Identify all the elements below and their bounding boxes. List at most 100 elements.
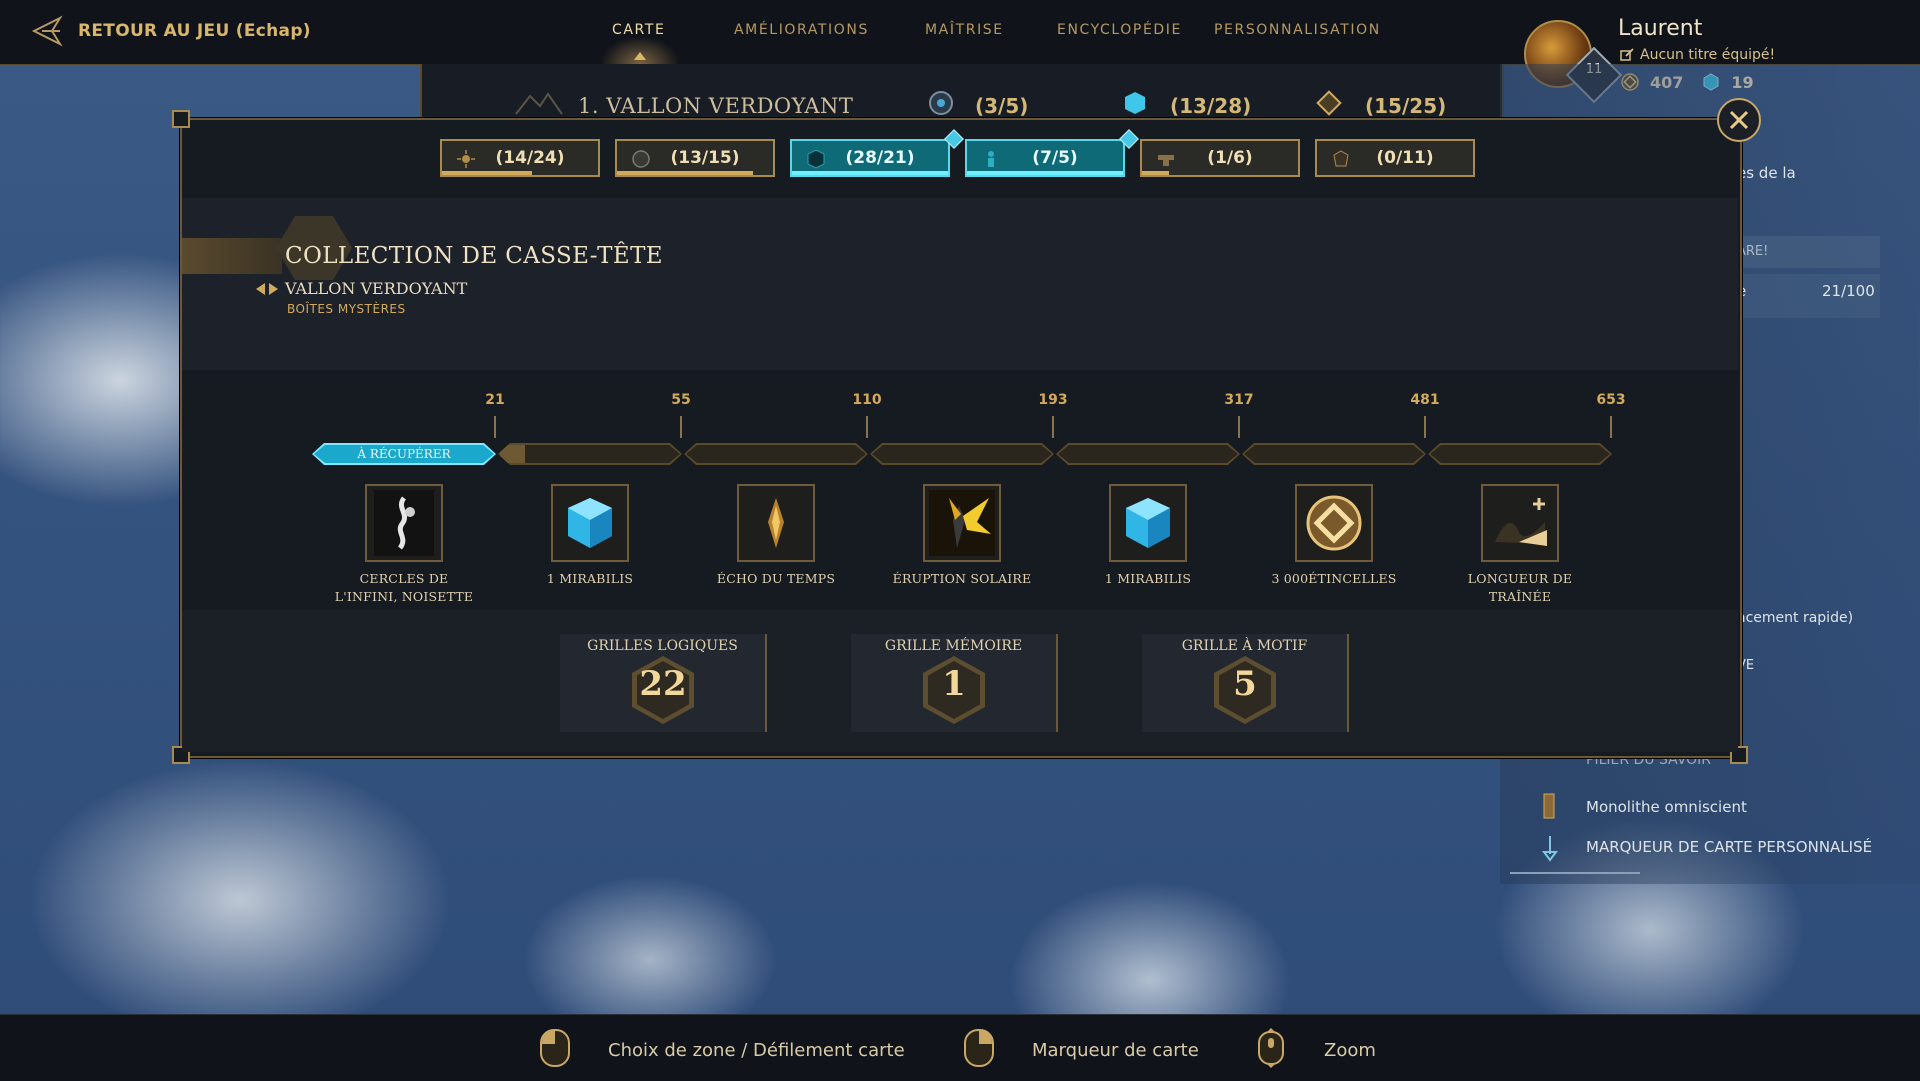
stat-label: GRILLES LOGIQUES bbox=[587, 638, 738, 654]
reward-label: ÉRUPTION SOLAIRE bbox=[892, 571, 1032, 586]
threshold-label: 481 bbox=[1410, 392, 1440, 408]
category-tab-label: (7/5) bbox=[1032, 148, 1078, 168]
spark-emblem-icon bbox=[1316, 90, 1342, 116]
tab-ameliorations[interactable]: AMÉLIORATIONS bbox=[734, 22, 869, 38]
category-tab-label: (28/21) bbox=[845, 148, 915, 168]
player-title: Aucun titre équipé! bbox=[1640, 47, 1776, 63]
player-name: Laurent bbox=[1618, 16, 1703, 41]
track-segment bbox=[498, 443, 682, 465]
category-tab-2[interactable]: (13/15) bbox=[615, 139, 775, 177]
reward-6[interactable] bbox=[1295, 484, 1373, 562]
tab-personnalisation[interactable]: PERSONNALISATION bbox=[1214, 22, 1381, 38]
zone-count-orbs: (3/5) bbox=[975, 94, 1029, 118]
mouse-scroll-icon bbox=[1258, 1028, 1284, 1068]
region-selector: VALLON VERDOYANT bbox=[256, 279, 467, 298]
trail-length-icon bbox=[1495, 498, 1547, 546]
orb-icon bbox=[632, 150, 650, 168]
control-hints-bar bbox=[0, 1014, 1920, 1081]
player-title-row[interactable]: Aucun titre équipé! bbox=[1620, 47, 1775, 63]
prev-region-icon[interactable] bbox=[256, 282, 265, 295]
category-tab-5[interactable]: (1/6) bbox=[1140, 139, 1300, 177]
close-icon bbox=[1729, 110, 1749, 130]
category-tab-1[interactable]: (14/24) bbox=[440, 139, 600, 177]
reward-5[interactable] bbox=[1109, 484, 1187, 562]
next-region-icon[interactable] bbox=[269, 282, 278, 295]
reward-7[interactable] bbox=[1481, 484, 1559, 562]
back-arrow-icon bbox=[31, 15, 63, 47]
threshold-label: 110 bbox=[852, 392, 882, 408]
reward-2[interactable] bbox=[551, 484, 629, 562]
tab-carte[interactable]: CARTE bbox=[612, 22, 665, 38]
threshold-tick bbox=[494, 416, 496, 438]
hint-zoom: Zoom bbox=[1324, 1040, 1376, 1061]
hint-map-marker: Marqueur de carte bbox=[1032, 1040, 1199, 1061]
threshold-tick bbox=[1610, 416, 1612, 438]
category-tab-label: (13/15) bbox=[670, 148, 740, 168]
legend-divider bbox=[1510, 872, 1640, 874]
track-segment bbox=[870, 443, 1054, 465]
claim-button[interactable]: À RÉCUPÉRER bbox=[312, 443, 496, 465]
reward-label: 1 MIRABILIS bbox=[1104, 571, 1192, 586]
tab-maitrise[interactable]: MAÎTRISE bbox=[925, 22, 1004, 38]
tab-encyclopedie[interactable]: ENCYCLOPÉDIE bbox=[1057, 22, 1182, 38]
reward-1[interactable] bbox=[365, 484, 443, 562]
legend-monolith-label: Monolithe omniscient bbox=[1586, 798, 1747, 816]
threshold-label: 55 bbox=[671, 392, 691, 408]
reward-label: ÉCHO DU TEMPS bbox=[716, 571, 836, 586]
stat-value: 5 bbox=[1233, 664, 1257, 704]
track-segment bbox=[1428, 443, 1612, 465]
anvil-icon bbox=[1158, 155, 1174, 166]
category-tab-6[interactable]: (0/11) bbox=[1315, 139, 1475, 177]
reward-4[interactable] bbox=[923, 484, 1001, 562]
reward-label: 1 MIRABILIS bbox=[546, 571, 634, 586]
modal-corner bbox=[172, 110, 190, 128]
reward-label: 3 000ÉTINCELLES bbox=[1271, 571, 1397, 586]
cube-icon bbox=[1125, 92, 1145, 114]
track-segment bbox=[684, 443, 868, 465]
threshold-label: 317 bbox=[1224, 392, 1254, 408]
crest-icon bbox=[1333, 150, 1349, 167]
collection-title: COLLECTION DE CASSE-TÊTE bbox=[285, 243, 663, 269]
stat-value: 1 bbox=[942, 664, 966, 704]
back-label: RETOUR AU JEU (Echap) bbox=[78, 21, 311, 41]
mouse-left-click-icon bbox=[540, 1029, 570, 1067]
threshold-label: 653 bbox=[1596, 392, 1626, 408]
category-tab-progress bbox=[1142, 171, 1169, 175]
mirabilis-cube-icon bbox=[1126, 498, 1170, 548]
category-tab-3[interactable]: (28/21) bbox=[790, 139, 950, 177]
stat-divider bbox=[1056, 634, 1058, 732]
cosmetic-rings-icon bbox=[374, 490, 434, 556]
legend-custom-marker-label: MARQUEUR DE CARTE PERSONNALISÉ bbox=[1586, 838, 1873, 856]
reward-label: LONGUEUR DE TRAÎNÉE bbox=[1467, 571, 1573, 604]
category-tab-progress bbox=[967, 171, 1123, 175]
close-button[interactable] bbox=[1717, 98, 1761, 142]
edit-icon bbox=[1620, 48, 1634, 61]
sun-icon bbox=[457, 150, 475, 168]
back-to-game-button[interactable]: RETOUR AU JEU (Echap) bbox=[30, 14, 311, 48]
threshold-label: 21 bbox=[485, 392, 505, 408]
category-tab-progress bbox=[792, 171, 948, 175]
category-tab-progress bbox=[617, 171, 753, 175]
map-marker-icon bbox=[1542, 836, 1558, 862]
stat-divider bbox=[1347, 634, 1349, 732]
mouse-right-click-icon bbox=[964, 1029, 994, 1067]
reward-label: CERCLES DE L'INFINI, NOISETTE bbox=[334, 571, 474, 604]
threshold-tick bbox=[1424, 416, 1426, 438]
threshold-tick bbox=[866, 416, 868, 438]
zone-name: 1. VALLON VERDOYANT bbox=[578, 94, 854, 118]
spark-coin-icon bbox=[1306, 495, 1362, 551]
cube-icon bbox=[807, 149, 825, 169]
track-segment bbox=[1056, 443, 1240, 465]
category-tab-progress bbox=[442, 171, 533, 175]
region-name: VALLON VERDOYANT bbox=[285, 279, 468, 298]
mountain-icon bbox=[515, 92, 563, 115]
echo-icon bbox=[768, 498, 784, 548]
category-tab-label: (0/11) bbox=[1376, 148, 1434, 168]
category-tab-4[interactable]: (7/5) bbox=[965, 139, 1125, 177]
orb-icon bbox=[929, 91, 953, 115]
reward-3[interactable] bbox=[737, 484, 815, 562]
threshold-tick bbox=[1238, 416, 1240, 438]
zone-count-sparks: (15/25) bbox=[1365, 94, 1447, 118]
hint-zone-select: Choix de zone / Défilement carte bbox=[608, 1040, 905, 1061]
stat-divider bbox=[765, 634, 767, 732]
